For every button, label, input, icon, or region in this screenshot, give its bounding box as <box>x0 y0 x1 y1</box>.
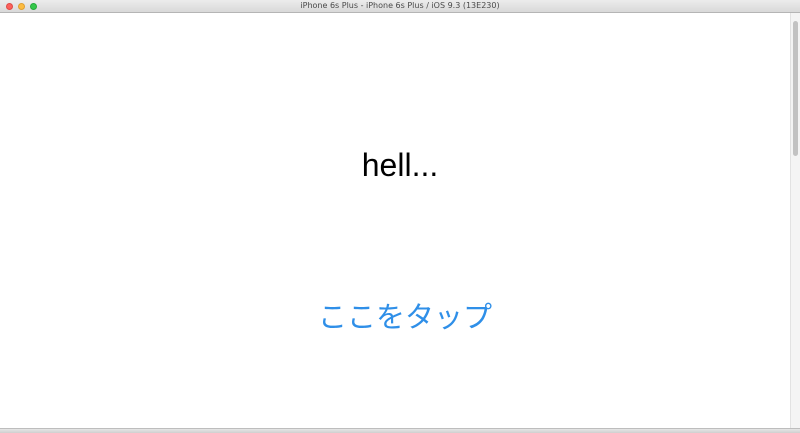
window-title: iPhone 6s Plus - iPhone 6s Plus / iOS 9.… <box>300 1 500 10</box>
scrollbar-thumb[interactable] <box>793 21 798 156</box>
tap-here-button[interactable]: ここをタップ <box>290 299 520 335</box>
greeting-label: hell... <box>361 147 439 183</box>
vertical-scrollbar[interactable] <box>790 13 800 428</box>
simulator-window: iPhone 6s Plus - iPhone 6s Plus / iOS 9.… <box>0 0 800 433</box>
window-title-bar: iPhone 6s Plus - iPhone 6s Plus / iOS 9.… <box>0 0 800 13</box>
window-bottom-edge <box>0 428 800 433</box>
